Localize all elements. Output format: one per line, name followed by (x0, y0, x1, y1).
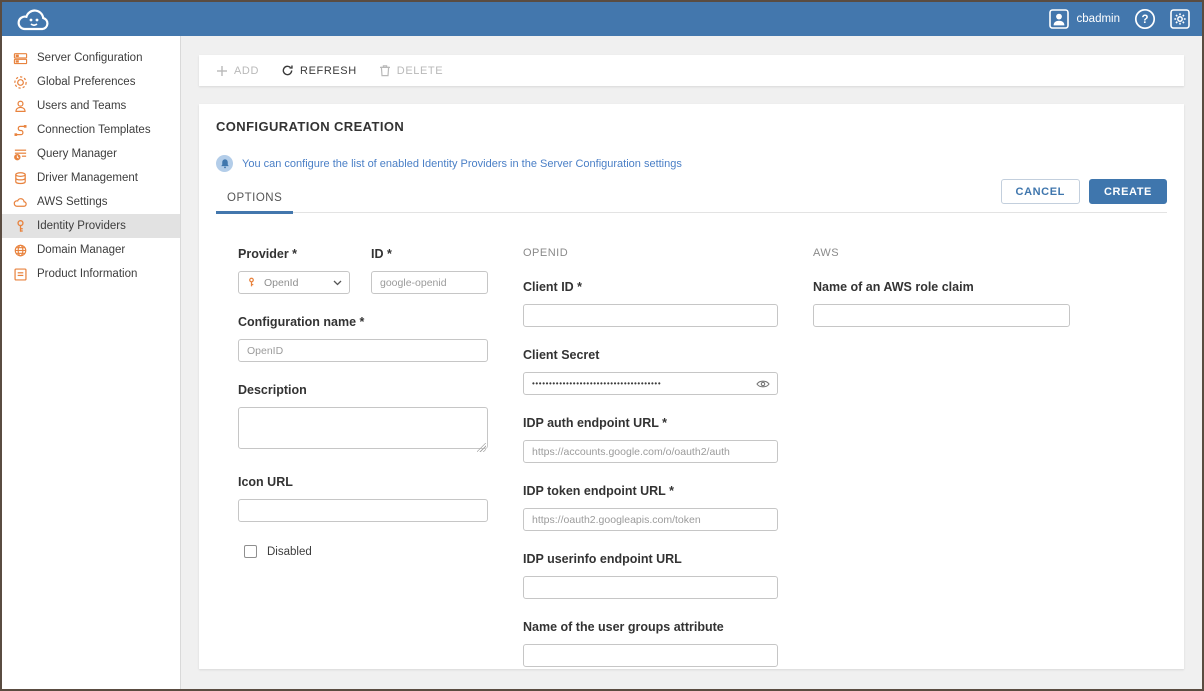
app-window: cbadmin ? (0, 0, 1204, 691)
sidebar-item-domain-manager[interactable]: Domain Manager (2, 238, 180, 262)
users-teams-icon (13, 99, 28, 114)
admin-sidebar: Server Configuration Global Preferences … (2, 36, 181, 689)
chevron-down-icon (333, 280, 342, 286)
idp-auth-endpoint-label: IDP auth endpoint URL * (523, 416, 778, 430)
refresh-button[interactable]: REFRESH (281, 64, 357, 77)
info-message: You can configure the list of enabled Id… (216, 155, 1167, 172)
panel-actions: CANCEL CREATE (1001, 179, 1167, 204)
provider-key-icon (246, 277, 257, 288)
page-title: CONFIGURATION CREATION (216, 119, 1167, 134)
info-bell-icon (216, 155, 233, 172)
client-id-input[interactable] (523, 304, 778, 327)
settings-gear-icon[interactable] (1170, 9, 1190, 29)
idp-token-endpoint-input[interactable] (523, 508, 778, 531)
refresh-icon (281, 64, 294, 77)
svg-text:?: ? (1141, 14, 1148, 26)
info-text: You can configure the list of enabled Id… (242, 158, 682, 170)
sidebar-item-global-preferences[interactable]: Global Preferences (2, 70, 180, 94)
sidebar-item-query-manager[interactable]: Query Manager (2, 142, 180, 166)
aws-settings-icon (13, 195, 28, 210)
description-label: Description (238, 383, 488, 397)
user-name: cbadmin (1077, 13, 1120, 25)
disabled-checkbox[interactable] (244, 545, 257, 558)
sidebar-item-connection-templates[interactable]: Connection Templates (2, 118, 180, 142)
user-groups-attribute-input[interactable] (523, 644, 778, 667)
eye-icon[interactable] (756, 379, 770, 389)
server-configuration-icon (13, 51, 28, 66)
openid-section-header: OPENID (523, 247, 778, 259)
idp-auth-endpoint-input[interactable] (523, 440, 778, 463)
idp-userinfo-endpoint-input[interactable] (523, 576, 778, 599)
tab-options[interactable]: OPTIONS (216, 192, 293, 214)
sidebar-item-identity-providers[interactable]: Identity Providers (2, 214, 180, 238)
driver-management-icon (13, 171, 28, 186)
provider-configuration-form: Provider * OpenId ID * (238, 247, 1167, 688)
configuration-creation-panel: CONFIGURATION CREATION You can configure… (199, 104, 1184, 669)
create-button[interactable]: CREATE (1089, 179, 1167, 204)
tab-bar: OPTIONS CANCEL CREATE (216, 179, 1167, 213)
client-secret-input[interactable] (523, 372, 778, 395)
identity-providers-icon (13, 219, 28, 234)
user-menu[interactable]: cbadmin (1049, 9, 1120, 29)
global-preferences-icon (13, 75, 28, 90)
disabled-checkbox-label: Disabled (267, 546, 312, 558)
cloudbeaver-logo-icon (14, 6, 56, 33)
sidebar-item-product-information[interactable]: Product Information (2, 262, 180, 286)
provider-select[interactable]: OpenId (238, 271, 350, 294)
user-groups-attribute-label: Name of the user groups attribute (523, 620, 778, 634)
aws-role-claim-label: Name of an AWS role claim (813, 280, 1070, 294)
plus-icon (216, 65, 228, 77)
id-label: ID * (371, 247, 488, 261)
provider-label: Provider * (238, 247, 350, 261)
idp-token-endpoint-label: IDP token endpoint URL * (523, 484, 778, 498)
provider-selected-value: OpenId (264, 277, 326, 289)
sidebar-item-server-configuration[interactable]: Server Configuration (2, 46, 180, 70)
help-icon[interactable]: ? (1134, 8, 1156, 30)
description-textarea[interactable] (238, 407, 488, 449)
icon-url-input[interactable] (238, 499, 488, 522)
aws-section-header: AWS (813, 247, 1070, 259)
topbar-actions: cbadmin ? (1049, 8, 1190, 30)
cancel-button[interactable]: CANCEL (1001, 179, 1080, 204)
aws-column: AWS Name of an AWS role claim (813, 247, 1070, 688)
id-input[interactable] (371, 271, 488, 294)
product-information-icon (13, 267, 28, 282)
openid-column: OPENID Client ID * Client Secret (523, 247, 778, 688)
add-button[interactable]: ADD (216, 65, 259, 77)
configuration-name-input[interactable] (238, 339, 488, 362)
sidebar-item-driver-management[interactable]: Driver Management (2, 166, 180, 190)
sidebar-item-users-and-teams[interactable]: Users and Teams (2, 94, 180, 118)
aws-role-claim-input[interactable] (813, 304, 1070, 327)
user-avatar-icon (1049, 9, 1069, 29)
general-column: Provider * OpenId ID * (238, 247, 488, 688)
topbar: cbadmin ? (2, 2, 1202, 36)
domain-manager-icon (13, 243, 28, 258)
admin-content: ADD REFRESH DELETE CONFIGURATION CR (181, 36, 1202, 689)
items-toolbar: ADD REFRESH DELETE (199, 55, 1184, 86)
icon-url-label: Icon URL (238, 475, 488, 489)
client-secret-label: Client Secret (523, 348, 778, 362)
client-id-label: Client ID * (523, 280, 778, 294)
trash-icon (379, 64, 391, 77)
query-manager-icon (13, 147, 28, 162)
connection-templates-icon (13, 123, 28, 138)
sidebar-item-aws-settings[interactable]: AWS Settings (2, 190, 180, 214)
idp-userinfo-endpoint-label: IDP userinfo endpoint URL (523, 552, 778, 566)
configuration-name-label: Configuration name * (238, 315, 488, 329)
delete-button[interactable]: DELETE (379, 64, 443, 77)
disabled-checkbox-row: Disabled (244, 545, 488, 558)
